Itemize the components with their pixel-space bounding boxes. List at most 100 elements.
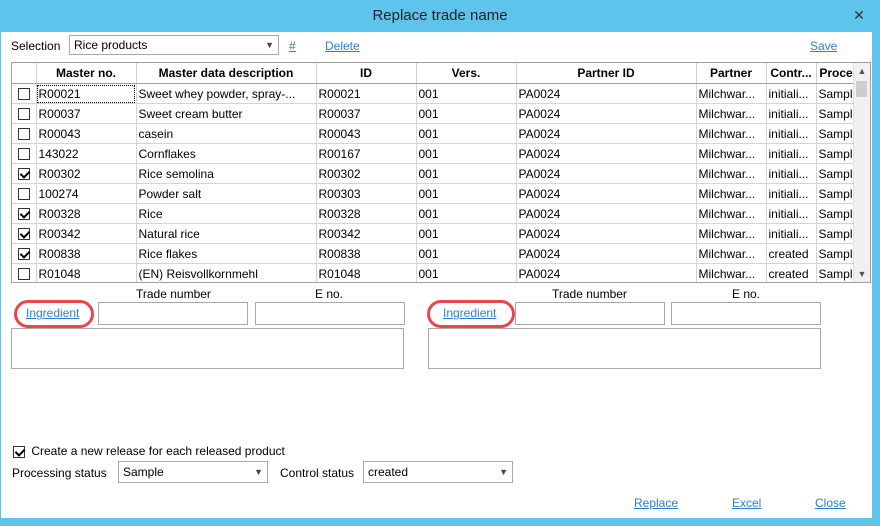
- new-release-checkbox[interactable]: [13, 445, 25, 458]
- cell-partner[interactable]: Milchwar...: [696, 103, 767, 124]
- cell-master-no[interactable]: R00037: [36, 103, 137, 124]
- table-row[interactable]: R00037 Sweet cream butter R00037 001 PA0024 M…: [12, 103, 857, 124]
- column-header[interactable]: Partner ID: [516, 63, 697, 84]
- cell-partner-id[interactable]: PA0024: [516, 103, 697, 124]
- scroll-up-icon[interactable]: ▲: [854, 63, 870, 79]
- cell-master-no[interactable]: R00838: [36, 243, 137, 264]
- cell-process[interactable]: Sampl: [816, 123, 857, 144]
- cell-master-no[interactable]: R00021: [36, 83, 137, 104]
- cell-partner[interactable]: Milchwar...: [696, 243, 767, 264]
- row-checkbox[interactable]: [17, 168, 30, 181]
- cell-process[interactable]: Sampl: [816, 163, 857, 184]
- cell-partner-id[interactable]: PA0024: [516, 263, 697, 282]
- cell-id[interactable]: R00342: [316, 223, 417, 244]
- left-ingredient-link[interactable]: Ingredient: [26, 306, 79, 320]
- control-status-dropdown[interactable]: created ▼: [363, 461, 513, 483]
- row-select-cell[interactable]: [12, 183, 37, 204]
- processing-status-dropdown[interactable]: Sample ▼: [118, 461, 268, 483]
- left-trade-number-field[interactable]: [98, 302, 248, 325]
- cell-vers[interactable]: 001: [416, 103, 517, 124]
- cell-vers[interactable]: 001: [416, 223, 517, 244]
- cell-process[interactable]: Sampl: [816, 243, 857, 264]
- cell-control[interactable]: created: [766, 243, 817, 264]
- cell-control[interactable]: initiali...: [766, 183, 817, 204]
- cell-process[interactable]: Sampl: [816, 103, 857, 124]
- cell-vers[interactable]: 001: [416, 263, 517, 282]
- right-e-no-field[interactable]: [671, 302, 821, 325]
- left-e-no-field[interactable]: [255, 302, 405, 325]
- cell-desc[interactable]: (EN) Reisvollkornmehl: [136, 263, 317, 282]
- row-select-cell[interactable]: [12, 103, 37, 124]
- row-checkbox[interactable]: [17, 208, 30, 221]
- table-row[interactable]: R00838 Rice flakes R00838 001 PA0024 Milchwar…: [12, 243, 857, 264]
- row-select-cell[interactable]: [12, 123, 37, 144]
- cell-partner[interactable]: Milchwar...: [696, 203, 767, 224]
- cell-control[interactable]: initiali...: [766, 163, 817, 184]
- cell-vers[interactable]: 001: [416, 123, 517, 144]
- column-header[interactable]: Proce: [816, 63, 857, 84]
- left-ingredient-textarea[interactable]: [11, 328, 404, 369]
- row-checkbox[interactable]: [17, 108, 30, 121]
- table-row[interactable]: R00302 Rice semolina R00302 001 PA0024 Milchw…: [12, 163, 857, 184]
- column-header[interactable]: Partner: [696, 63, 767, 84]
- row-checkbox[interactable]: [17, 228, 30, 241]
- hash-link[interactable]: #: [289, 39, 296, 53]
- cell-desc[interactable]: Powder salt: [136, 183, 317, 204]
- right-trade-number-field[interactable]: [515, 302, 665, 325]
- cell-desc[interactable]: casein: [136, 123, 317, 144]
- save-link[interactable]: Save: [810, 39, 837, 53]
- table-row[interactable]: R00342 Natural rice R00342 001 PA0024 Milchwa…: [12, 223, 857, 244]
- cell-control[interactable]: created: [766, 263, 817, 282]
- cell-process[interactable]: Sampl: [816, 263, 857, 282]
- cell-id[interactable]: R00328: [316, 203, 417, 224]
- row-select-cell[interactable]: [12, 83, 37, 104]
- cell-partner-id[interactable]: PA0024: [516, 123, 697, 144]
- replace-link[interactable]: Replace: [634, 496, 678, 510]
- column-header[interactable]: ID: [316, 63, 417, 84]
- right-ingredient-textarea[interactable]: [428, 328, 821, 369]
- cell-partner[interactable]: Milchwar...: [696, 163, 767, 184]
- cell-partner[interactable]: Milchwar...: [696, 263, 767, 282]
- cell-partner[interactable]: Milchwar...: [696, 83, 767, 104]
- row-checkbox[interactable]: [17, 128, 30, 141]
- cell-control[interactable]: initiali...: [766, 143, 817, 164]
- close-icon[interactable]: ✕: [846, 3, 872, 27]
- table-row[interactable]: 143022 Cornflakes R00167 001 PA0024 Milchwar.…: [12, 143, 857, 164]
- column-header[interactable]: Contr...: [766, 63, 817, 84]
- cell-control[interactable]: initiali...: [766, 83, 817, 104]
- cell-master-no[interactable]: 100274: [36, 183, 137, 204]
- cell-partner-id[interactable]: PA0024: [516, 83, 697, 104]
- cell-desc[interactable]: Rice semolina: [136, 163, 317, 184]
- row-checkbox[interactable]: [17, 188, 30, 201]
- cell-master-no[interactable]: R00043: [36, 123, 137, 144]
- cell-desc[interactable]: Sweet cream butter: [136, 103, 317, 124]
- row-select-cell[interactable]: [12, 143, 37, 164]
- cell-control[interactable]: initiali...: [766, 123, 817, 144]
- cell-vers[interactable]: 001: [416, 183, 517, 204]
- cell-id[interactable]: R00838: [316, 243, 417, 264]
- cell-process[interactable]: Sampl: [816, 203, 857, 224]
- cell-control[interactable]: initiali...: [766, 103, 817, 124]
- cell-id[interactable]: R00303: [316, 183, 417, 204]
- cell-id[interactable]: R00021: [316, 83, 417, 104]
- cell-master-no[interactable]: R01048: [36, 263, 137, 282]
- cell-master-no[interactable]: R00328: [36, 203, 137, 224]
- column-header[interactable]: Master data description: [136, 63, 317, 84]
- cell-master-no[interactable]: R00302: [36, 163, 137, 184]
- cell-master-no[interactable]: R00342: [36, 223, 137, 244]
- row-checkbox[interactable]: [17, 268, 30, 281]
- table-row[interactable]: R00328 Rice R00328 001 PA0024 Milchwar... init…: [12, 203, 857, 224]
- cell-control[interactable]: initiali...: [766, 203, 817, 224]
- selection-dropdown[interactable]: Rice products ▼: [69, 35, 279, 55]
- row-select-cell[interactable]: [12, 163, 37, 184]
- scroll-down-icon[interactable]: ▼: [854, 266, 870, 282]
- cell-partner[interactable]: Milchwar...: [696, 123, 767, 144]
- cell-partner-id[interactable]: PA0024: [516, 243, 697, 264]
- cell-desc[interactable]: Natural rice: [136, 223, 317, 244]
- excel-link[interactable]: Excel: [732, 496, 761, 510]
- cell-vers[interactable]: 001: [416, 143, 517, 164]
- vertical-scrollbar[interactable]: ▲ ▼: [853, 63, 870, 282]
- right-ingredient-link[interactable]: Ingredient: [443, 306, 496, 320]
- cell-process[interactable]: Sampl: [816, 183, 857, 204]
- cell-id[interactable]: R00167: [316, 143, 417, 164]
